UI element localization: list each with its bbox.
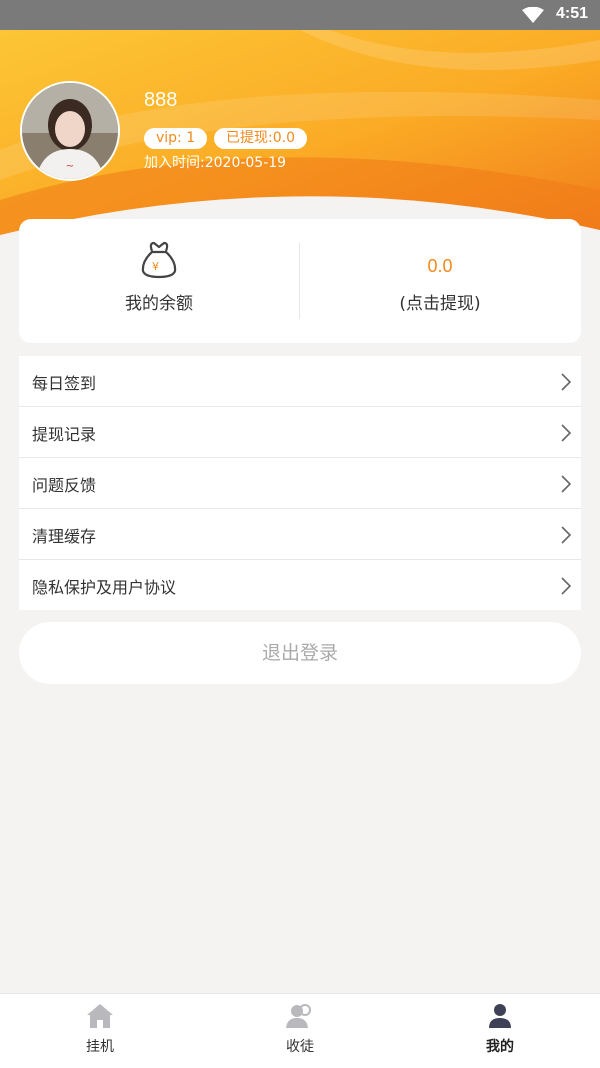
- tab-apprentice[interactable]: 收徒: [200, 994, 400, 1068]
- withdrawn-badge: 已提现:0.0: [214, 128, 307, 149]
- svg-text:~: ~: [66, 161, 74, 172]
- status-time: 4:51: [555, 5, 588, 22]
- my-balance[interactable]: ¥ 我的余额: [19, 219, 299, 343]
- chevron-right-icon: [561, 424, 572, 446]
- tab-mine[interactable]: 我的: [400, 994, 600, 1068]
- menu-item-label: 清理缓存: [32, 527, 97, 546]
- menu-item-feedback[interactable]: 问题反馈: [19, 458, 581, 509]
- tab-label: 收徒: [286, 1039, 314, 1055]
- balance-label: 我的余额: [125, 294, 193, 314]
- tab-label: 挂机: [86, 1039, 114, 1055]
- chevron-right-icon: [561, 526, 572, 548]
- profile-icon: [486, 1003, 514, 1033]
- home-icon: [86, 1003, 114, 1033]
- menu-item-clear-cache[interactable]: 清理缓存: [19, 509, 581, 560]
- balance-amount: 0.0: [427, 256, 453, 276]
- withdraw-button[interactable]: 0.0 (点击提现): [300, 219, 580, 343]
- tab-hangup[interactable]: 挂机: [0, 994, 200, 1068]
- bottom-tab-bar: 挂机 收徒 我的: [0, 993, 600, 1068]
- menu-item-label: 隐私保护及用户协议: [32, 578, 177, 597]
- withdraw-label: (点击提现): [399, 294, 481, 314]
- tab-label: 我的: [486, 1039, 514, 1055]
- settings-menu: 每日签到 提现记录 问题反馈 清理缓存 隐私保护及用户协议: [19, 356, 581, 610]
- apprentice-icon: [286, 1003, 314, 1033]
- wifi-icon: [522, 6, 544, 27]
- svg-text:¥: ¥: [152, 260, 159, 273]
- chevron-right-icon: [561, 577, 572, 599]
- chevron-right-icon: [561, 373, 572, 395]
- balance-card: ¥ 我的余额 0.0 (点击提现): [19, 219, 581, 343]
- username: 888: [144, 89, 178, 111]
- vip-badge: vip: 1: [144, 128, 208, 149]
- logout-button[interactable]: 退出登录: [19, 622, 581, 684]
- chevron-right-icon: [561, 475, 572, 497]
- join-date: 加入时间:2020-05-19: [144, 155, 287, 171]
- menu-item-label: 问题反馈: [32, 476, 97, 495]
- avatar[interactable]: ~: [20, 81, 120, 181]
- status-bar: 4:51: [0, 0, 600, 30]
- menu-item-withdraw-history[interactable]: 提现记录: [19, 407, 581, 458]
- menu-item-label: 提现记录: [32, 425, 97, 444]
- menu-item-privacy-agreement[interactable]: 隐私保护及用户协议: [19, 560, 581, 610]
- menu-item-daily-checkin[interactable]: 每日签到: [19, 356, 581, 407]
- moneybag-icon: ¥: [141, 241, 177, 283]
- menu-item-label: 每日签到: [32, 374, 97, 393]
